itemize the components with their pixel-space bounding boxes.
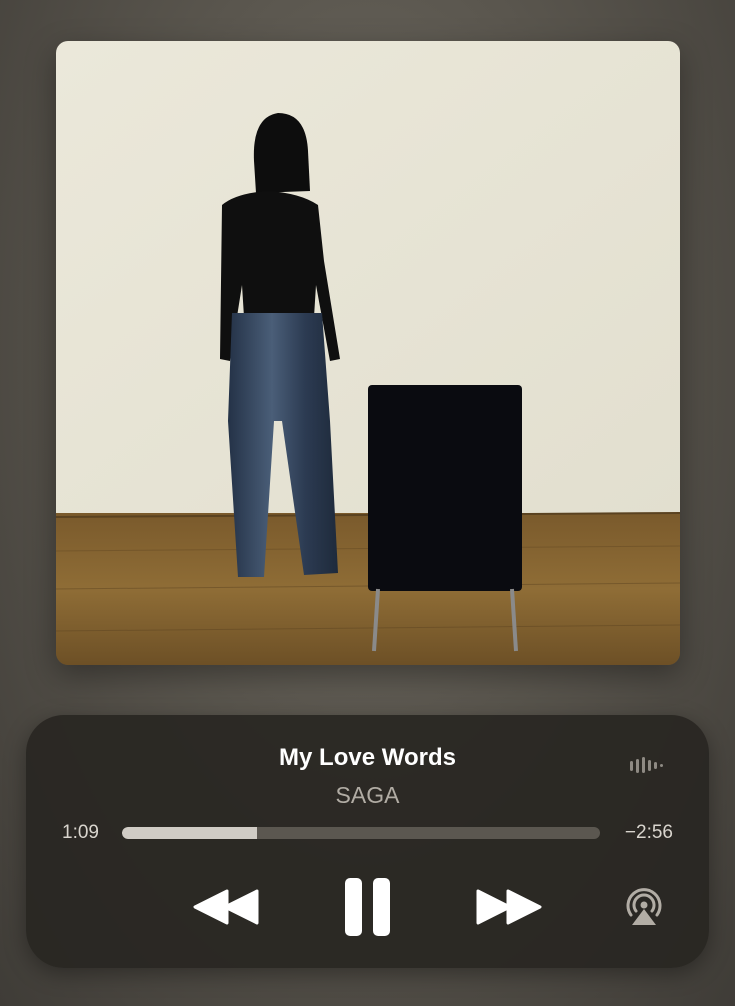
now-playing-panel: My Love Words SAGA 1:09 −2:56 <box>26 715 709 968</box>
fast-forward-icon <box>476 889 542 925</box>
audio-waveform-icon <box>630 757 663 773</box>
rewind-button[interactable] <box>193 885 261 929</box>
remaining-time: −2:56 <box>624 822 673 843</box>
rewind-icon <box>193 889 259 925</box>
fast-forward-button[interactable] <box>474 885 542 929</box>
airplay-icon <box>626 888 662 925</box>
track-title[interactable]: My Love Words <box>26 744 709 772</box>
pause-icon <box>345 878 390 936</box>
elapsed-time: 1:09 <box>62 822 99 843</box>
progress-scrubber[interactable] <box>122 827 600 839</box>
album-artwork <box>56 41 680 665</box>
progress-fill <box>122 827 258 839</box>
track-artist[interactable]: SAGA <box>26 782 709 809</box>
pause-button[interactable] <box>342 875 394 939</box>
airplay-button[interactable] <box>623 885 665 929</box>
